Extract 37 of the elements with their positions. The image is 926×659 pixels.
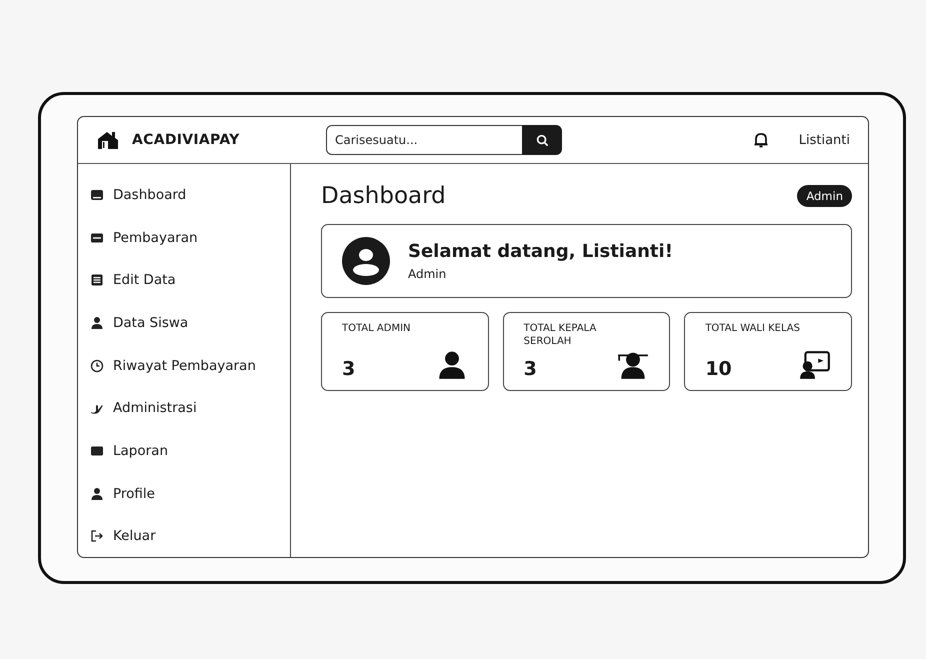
search-button[interactable] xyxy=(522,125,562,155)
search-icon xyxy=(536,134,548,146)
sidebar-item[interactable]: Profile xyxy=(90,472,290,514)
tray-icon xyxy=(90,188,104,202)
sidebar-item[interactable]: Keluar xyxy=(90,515,290,557)
stat-value: 3 xyxy=(524,358,538,380)
sidebar-item[interactable]: Laporan xyxy=(90,430,290,472)
folder-icon xyxy=(90,444,104,458)
user-name[interactable]: Listianti xyxy=(798,132,850,148)
user-role: Admin xyxy=(408,267,448,281)
welcome-message: Selamat datang, Listianti! xyxy=(408,241,673,262)
house-logo-icon xyxy=(98,131,120,149)
brand-name: ACADIVIAPAY xyxy=(132,132,240,148)
list-icon xyxy=(90,273,104,288)
sidebar-item[interactable]: Riwayat Pembayaran xyxy=(90,344,290,386)
logout-icon xyxy=(90,529,104,544)
role-badge: Admin xyxy=(797,185,852,207)
person-icon xyxy=(90,486,104,501)
card-icon xyxy=(90,230,104,244)
bell-icon[interactable] xyxy=(752,132,769,148)
graduate-icon xyxy=(617,350,650,380)
stat-label: TOTAL ADMIN xyxy=(342,323,412,336)
page-title: Dashboard xyxy=(321,183,446,209)
teacher-icon xyxy=(799,350,831,380)
stat-label: TOTAL WALI KELAS xyxy=(705,323,801,336)
sidebar-item[interactable]: Pembayaran xyxy=(90,216,290,258)
clock-icon xyxy=(90,358,104,373)
avatar-icon xyxy=(342,237,390,285)
sidebar-item[interactable]: Edit Data xyxy=(90,259,290,302)
stat-value: 3 xyxy=(342,358,356,380)
stat-value: 10 xyxy=(705,358,733,380)
stat-label: TOTAL KEPALA SEROLAH xyxy=(524,323,598,348)
search-field[interactable]: Carisesuatu... xyxy=(326,125,522,155)
sidebar-item[interactable]: Administrasi xyxy=(90,387,290,430)
person-icon xyxy=(90,316,104,330)
sidebar-item[interactable]: Data Siswa xyxy=(90,302,290,344)
sidebar-item[interactable]: Dashboard xyxy=(90,174,290,216)
